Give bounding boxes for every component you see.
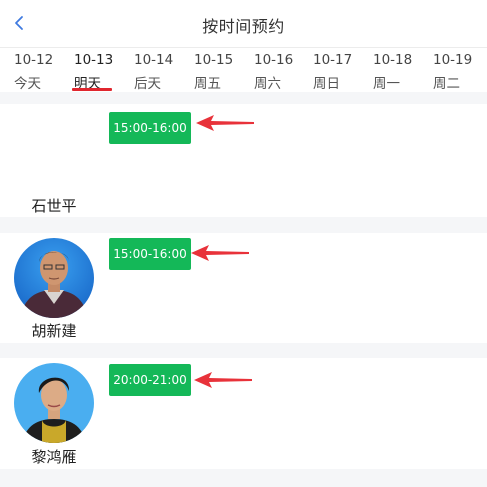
arrow-icon	[196, 115, 254, 131]
doctor-card: 15:00-16:00 胡新建	[0, 233, 487, 343]
time-slot-button[interactable]: 15:00-16:00	[109, 112, 191, 144]
date-tab-date: 10-13	[74, 52, 114, 68]
section-divider	[0, 469, 487, 487]
time-slot-button[interactable]: 15:00-16:00	[109, 238, 191, 270]
date-tab-10-19[interactable]: 10-19 周二	[419, 52, 479, 92]
time-slot-button[interactable]: 20:00-21:00	[109, 364, 191, 396]
doctor-avatar[interactable]	[14, 238, 94, 318]
date-tab-date: 10-12	[14, 52, 54, 68]
doctor-photo-2	[14, 363, 94, 443]
date-tab-date: 10-14	[134, 52, 174, 68]
date-tab-strip: 10-12 今天 10-13 明天 10-14 后天 10-15 周五 10-1…	[0, 48, 487, 92]
doctor-name: 石世平	[31, 197, 77, 215]
doctor-card: 15:00-16:00 石世平	[0, 104, 487, 217]
section-divider	[0, 92, 487, 104]
date-tab-weekday: 周日	[313, 76, 340, 92]
date-tab-10-13[interactable]: 10-13 明天	[60, 52, 120, 92]
page-title: 按时间预约	[202, 17, 285, 36]
header-bar: 按时间预约	[0, 0, 487, 48]
date-tab-weekday: 今天	[14, 76, 41, 92]
arrow-icon	[191, 245, 249, 261]
doctor-photo-1	[14, 238, 94, 318]
date-tab-10-17[interactable]: 10-17 周日	[299, 52, 359, 92]
date-tab-10-14[interactable]: 10-14 后天	[120, 52, 180, 92]
date-tab-weekday: 周一	[373, 76, 400, 92]
doctor-name: 黎鸿雁	[31, 448, 77, 466]
doctor-name: 胡新建	[31, 322, 77, 340]
date-tab-weekday: 周六	[254, 76, 281, 92]
date-tab-weekday: 后天	[134, 76, 161, 92]
section-divider	[0, 343, 487, 358]
active-tab-indicator	[72, 88, 112, 91]
date-tab-weekday: 周二	[433, 76, 460, 92]
date-tab-10-18[interactable]: 10-18 周一	[359, 52, 419, 92]
section-divider	[0, 217, 487, 233]
doctor-card: 20:00-21:00 黎鸿雁	[0, 358, 487, 469]
date-tab-date: 10-18	[373, 52, 413, 68]
doctor-avatar[interactable]	[14, 363, 94, 443]
date-tab-10-16[interactable]: 10-16 周六	[240, 52, 300, 92]
date-tab-date: 10-16	[254, 52, 294, 68]
date-tab-10-12[interactable]: 10-12 今天	[0, 52, 60, 92]
date-tab-date: 10-15	[194, 52, 234, 68]
date-tab-weekday: 周五	[194, 76, 221, 92]
date-tab-date: 10-19	[433, 52, 473, 68]
date-tab-10-15[interactable]: 10-15 周五	[180, 52, 240, 92]
arrow-icon	[194, 372, 252, 388]
date-tab-date: 10-17	[313, 52, 353, 68]
